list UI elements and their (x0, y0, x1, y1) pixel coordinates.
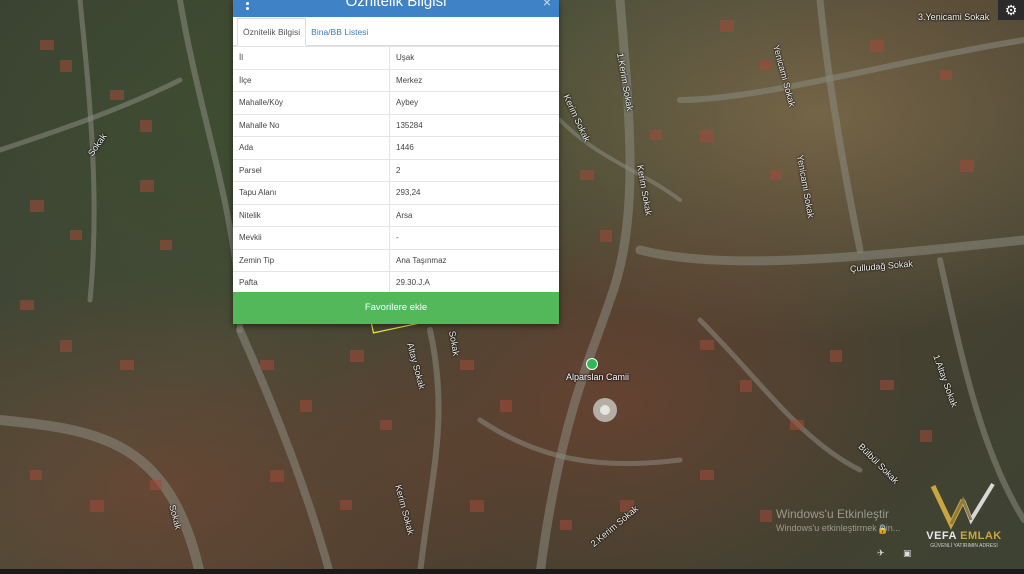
panel-tabs: Öznitelik Bilgisi Bina/BB Listesi (233, 17, 559, 46)
settings-gear-icon[interactable]: ⚙ (998, 0, 1024, 20)
attribute-value: Aybey (389, 91, 559, 114)
table-row: Mahalle No 135284 (233, 113, 559, 137)
attribute-key: Ada (233, 136, 390, 159)
attribute-key: Zemin Tip (233, 248, 390, 272)
attribute-key: Pafta (233, 271, 390, 294)
attribute-value: 1446 (389, 136, 559, 159)
attribute-key: Mahalle No (233, 113, 390, 137)
table-row: İlçe Merkez (233, 68, 559, 92)
tab-attribute-info[interactable]: Öznitelik Bilgisi (237, 18, 307, 46)
attribute-value: 293,24 (389, 181, 559, 204)
table-row: İl Uşak (233, 46, 559, 69)
table-row: Pafta 29.30.J.A (233, 271, 559, 294)
attribute-key: Parsel (233, 158, 390, 182)
poi-label: Alparslan Camii (566, 372, 630, 382)
attribute-key: Mahalle/Köy (233, 91, 390, 114)
attribute-key: İl (233, 46, 390, 69)
street-label: 3.Yenicami Sokak (918, 12, 990, 22)
logo-tagline: GÜVENLİ YATIRIMIN ADRESİ (930, 543, 998, 549)
attribute-table: İl Uşak İlçe Merkez Mahalle/Köy Aybey Mahalle … (233, 46, 559, 294)
attribute-key: Mevkii (233, 226, 390, 249)
network-icon[interactable]: ✈ (877, 548, 887, 558)
attribute-key: Nitelik (233, 203, 390, 227)
attribute-panel: Öznitelik Bilgisi × Öznitelik Bilgisi Bi… (233, 0, 559, 324)
close-icon[interactable]: × (543, 0, 551, 10)
logo-name: VEFA EMLAK (905, 530, 1023, 542)
mosque-marker-icon[interactable] (586, 358, 598, 370)
logo-name-part1: VEFA (926, 530, 961, 542)
logo-mark-icon (930, 482, 995, 530)
panel-header: Öznitelik Bilgisi × (233, 0, 559, 17)
table-row: Mahalle/Köy Aybey (233, 91, 559, 114)
attribute-value: Arsa (389, 203, 559, 227)
lock-icon[interactable]: 🔒 (877, 524, 888, 534)
table-row: Parsel 2 (233, 158, 559, 182)
vefa-emlak-logo: VEFA EMLAK GÜVENLİ YATIRIMIN ADRESİ (905, 478, 1023, 558)
add-to-favorites-button[interactable]: Favorilere ekle (233, 292, 559, 324)
attribute-value: Ana Taşınmaz (389, 248, 559, 272)
table-row: Tapu Alanı 293,24 (233, 181, 559, 204)
attribute-value: Uşak (389, 46, 559, 69)
panel-title: Öznitelik Bilgisi (345, 0, 447, 10)
taskbar (0, 569, 1024, 574)
attribute-key: İlçe (233, 68, 390, 92)
attribute-value: 135284 (389, 113, 559, 137)
table-row: Ada 1446 (233, 136, 559, 159)
attribute-value: - (389, 226, 559, 249)
table-row: Zemin Tip Ana Taşınmaz (233, 248, 559, 272)
attribute-value: 29.30.J.A (389, 271, 559, 294)
tab-building-list[interactable]: Bina/BB Listesi (306, 19, 373, 45)
attribute-value: Merkez (389, 68, 559, 92)
table-row: Mevkii - (233, 226, 559, 249)
logo-name-part2: EMLAK (960, 530, 1002, 542)
table-row: Nitelik Arsa (233, 203, 559, 227)
attribute-key: Tapu Alanı (233, 181, 390, 204)
attribute-value: 2 (389, 158, 559, 182)
